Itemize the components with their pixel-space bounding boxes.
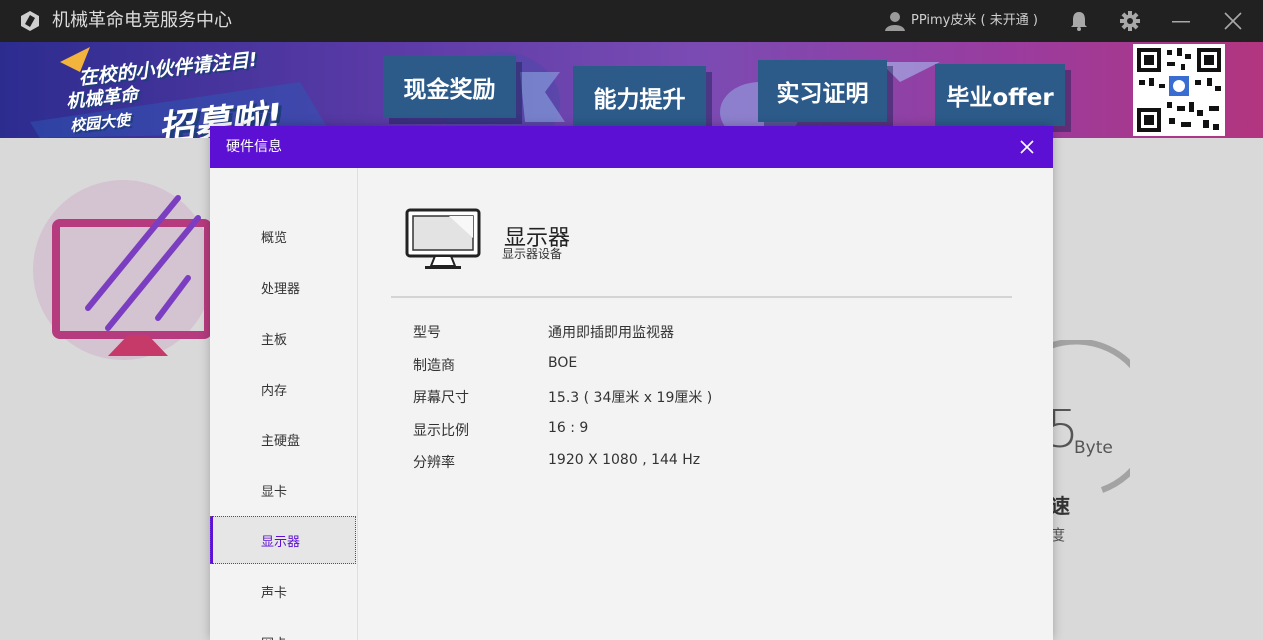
monitor-icon (405, 208, 481, 269)
gauge-unit: Byte (1074, 438, 1113, 458)
app-logo-icon (21, 11, 39, 31)
spec-label: 型号 (413, 325, 441, 341)
dialog-close-icon[interactable] (1018, 138, 1036, 156)
nav-item-label: 概览 (261, 231, 288, 246)
minimize-icon[interactable] (1170, 10, 1192, 32)
spec-row-model: 型号 通用即插即用监视器 (413, 322, 1013, 346)
divider (391, 296, 1012, 298)
spec-value: 通用即插即用监视器 (548, 325, 674, 341)
banner-tag-internship: 实习证明 (758, 60, 887, 122)
nav-item-memory[interactable]: 内存 (210, 365, 358, 413)
nav-item-sound[interactable]: 声卡 (210, 567, 358, 615)
banner-tag-skill-up: 能力提升 (573, 66, 706, 128)
device-detail-panel: 显示器 显示器设备 型号 通用即插即用监视器 制造商 BOE 屏幕尺寸 15.3… (359, 168, 1053, 640)
spec-label: 分辨率 (413, 455, 455, 471)
spec-row-manufacturer: 制造商 BOE (413, 355, 1013, 379)
spec-value: BOE (548, 355, 578, 371)
banner-tag-offer: 毕业offer (935, 64, 1065, 126)
title-bar: 机械革命电竞服务中心 PPimy皮米 ( 未开通 ) (0, 0, 1263, 42)
close-icon[interactable] (1222, 10, 1244, 32)
nav-item-overview[interactable]: 概览 (210, 212, 358, 260)
nav-item-cpu[interactable]: 处理器 (210, 263, 358, 311)
spec-label: 屏幕尺寸 (413, 390, 469, 406)
nav-item-label: 主板 (261, 333, 288, 348)
user-icon[interactable] (884, 10, 906, 32)
nav-item-label: 显示器 (261, 535, 301, 550)
spec-label: 制造商 (413, 358, 455, 374)
nav-item-label: 声卡 (261, 586, 288, 601)
spec-row-resolution: 分辨率 1920 X 1080 , 144 Hz (413, 452, 1013, 476)
nav-item-network[interactable]: 网卡 (210, 618, 358, 640)
bell-icon[interactable] (1068, 10, 1090, 32)
nav-item-display[interactable]: 显示器 (210, 516, 356, 564)
user-name[interactable]: PPimy皮米 ( 未开通 ) (911, 12, 1038, 30)
banner-tag-cash-reward: 现金奖励 (383, 56, 516, 118)
hardware-nav: 概览 处理器 主板 内存 主硬盘 显卡 显示器 声卡 网卡 (210, 168, 358, 640)
nav-item-label: 处理器 (261, 282, 301, 297)
gear-icon[interactable] (1119, 10, 1141, 32)
nav-item-gpu[interactable]: 显卡 (210, 466, 358, 514)
app-title: 机械革命电竞服务中心 (52, 10, 232, 31)
nav-item-label: 内存 (261, 384, 288, 399)
nav-item-motherboard[interactable]: 主板 (210, 314, 358, 362)
spec-label: 显示比例 (413, 423, 469, 439)
monitor-illustration-icon (33, 180, 213, 360)
device-subtitle: 显示器设备 (502, 247, 563, 261)
hardware-info-dialog: 硬件信息 概览 处理器 主板 内存 主硬盘 显卡 显示器 声卡 网卡 显示器 显… (210, 126, 1053, 640)
spec-row-screen-size: 屏幕尺寸 15.3 ( 34厘米 x 19厘米 ) (413, 387, 1013, 411)
spec-value: 15.3 ( 34厘米 x 19厘米 ) (548, 390, 713, 406)
spec-value: 16 : 9 (548, 420, 589, 436)
gauge-label: 速 (1050, 494, 1070, 518)
dialog-title: 硬件信息 (226, 139, 282, 155)
spec-row-aspect-ratio: 显示比例 16 : 9 (413, 420, 1013, 444)
promo-banner[interactable]: 在校的小伙伴请注目! 机械革命 校园大使 招募啦! 现金奖励 能力提升 实习证明… (0, 42, 1263, 138)
dialog-header: 硬件信息 (210, 126, 1053, 168)
nav-item-label: 显卡 (261, 485, 288, 500)
nav-item-disk[interactable]: 主硬盘 (210, 415, 358, 463)
nav-item-label: 主硬盘 (261, 434, 301, 449)
spec-value: 1920 X 1080 , 144 Hz (548, 452, 701, 468)
qr-code-icon (1133, 44, 1225, 136)
nav-item-label: 网卡 (261, 633, 287, 640)
